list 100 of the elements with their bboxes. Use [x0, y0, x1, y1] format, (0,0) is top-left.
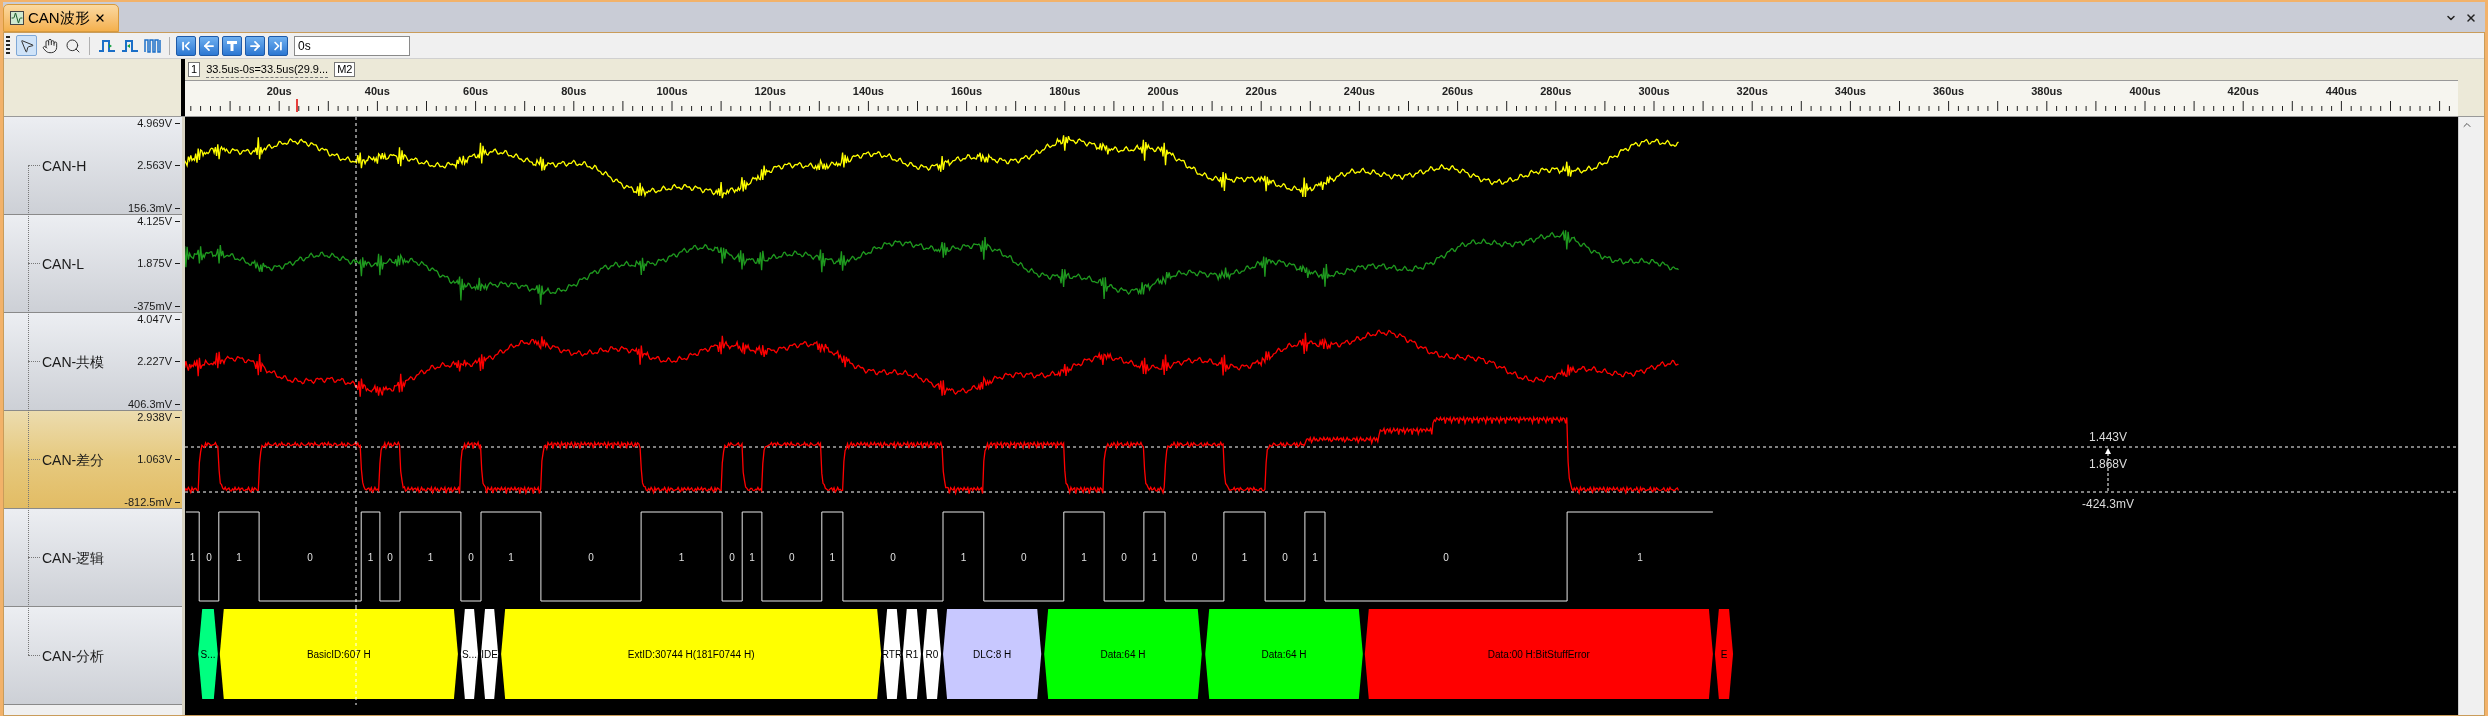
scale-tick	[175, 262, 180, 264]
time-label: 100us	[656, 85, 688, 97]
last-button[interactable]	[268, 35, 288, 56]
document-tab[interactable]: CAN波形	[3, 4, 119, 32]
waveform-icon	[10, 11, 24, 25]
bit-label: 0	[588, 552, 594, 563]
cursor-line[interactable]	[355, 313, 357, 411]
channel-row[interactable]: CAN-差分 2.938V 1.063V -812.5mV	[4, 411, 182, 509]
time-label: 60us	[463, 85, 489, 97]
decoded-field[interactable]: ExtID:30744 H(181F0744 H)	[501, 609, 882, 699]
scale-label: 4.047V	[137, 313, 172, 325]
bit-label: 1	[1151, 552, 1158, 563]
time-label: 200us	[1147, 85, 1179, 97]
scale-label: 4.969V	[137, 117, 172, 129]
time-label: 160us	[951, 85, 983, 97]
scale-label: 156.3mV	[127, 202, 172, 214]
right-arrow-icon	[248, 38, 262, 53]
scale-tick	[175, 403, 180, 405]
bit-label: 0	[1282, 552, 1288, 563]
bit-label: 0	[206, 552, 212, 563]
level-cursor-line[interactable]	[185, 491, 2458, 493]
first-button[interactable]	[176, 35, 196, 56]
decoded-field[interactable]: BasicID:607 H	[219, 609, 458, 699]
tool-button[interactable]	[16, 35, 37, 56]
tab-title: CAN波形	[28, 7, 90, 28]
marker-tag[interactable]: 1	[188, 62, 201, 77]
bit-label: 1	[1081, 552, 1087, 563]
search-icon	[64, 37, 81, 54]
scale-label: -812.5mV	[124, 496, 172, 508]
measurement-text: 33.5us-0s=33.5us(29.9...	[206, 60, 329, 79]
time-label: 340us	[1834, 85, 1866, 97]
pulse-icon	[120, 37, 139, 54]
bit-label: 0	[387, 552, 393, 563]
time-label: 400us	[2129, 85, 2161, 97]
scale-tick	[175, 122, 180, 124]
bit-label: 1	[427, 552, 434, 563]
decoded-field[interactable]: R1	[902, 609, 921, 699]
decoded-field[interactable]: DLC:8 H	[943, 609, 1042, 699]
time-field[interactable]: 0s	[294, 35, 410, 56]
previous-button[interactable]	[199, 35, 219, 56]
channel-row[interactable]: CAN-L 4.125V 1.875V -375mV	[4, 215, 182, 313]
voltage-reading: 1.443V	[2089, 430, 2127, 444]
decoded-field[interactable]: RTR	[881, 609, 903, 699]
time-label: 20us	[266, 85, 292, 97]
bit-label: 0	[1021, 552, 1027, 563]
voltage-reading: -424.3mV	[2082, 497, 2134, 509]
time-label: 80us	[561, 85, 587, 97]
pointer-icon	[18, 37, 35, 54]
scale-tick	[175, 360, 180, 362]
pulse-icon	[97, 37, 116, 54]
bit-label: 1	[189, 552, 196, 563]
decoded-field[interactable]: IDE	[481, 609, 499, 699]
channel-row[interactable]: CAN-H 4.969V 2.563V 156.3mV	[4, 117, 182, 215]
channel-name: CAN-H	[42, 157, 87, 176]
next-button[interactable]	[245, 35, 265, 56]
trigger-button[interactable]	[222, 35, 242, 56]
bit-label: 0	[890, 552, 896, 563]
level-cursor-line[interactable]	[185, 446, 2458, 448]
decoded-field[interactable]: Data:64 H	[1044, 609, 1202, 699]
scale-tick	[175, 416, 180, 418]
bit-label: 0	[1443, 552, 1449, 563]
bit-label: 1	[960, 552, 967, 563]
time-label: 380us	[2031, 85, 2063, 97]
time-label: 40us	[364, 85, 390, 97]
decoded-field[interactable]: S...	[460, 609, 479, 699]
bit-label: 1	[678, 552, 685, 563]
channel-name: CAN-逻辑	[42, 549, 105, 568]
time-label: 120us	[754, 85, 786, 97]
marker-tag[interactable]: M2	[334, 62, 356, 77]
time-label: 140us	[852, 85, 884, 97]
time-label: 360us	[1933, 85, 1965, 97]
scale-tick	[175, 501, 180, 503]
bit-label: 1	[1312, 552, 1318, 563]
time-marker[interactable]	[296, 98, 298, 113]
time-label: 300us	[1638, 85, 1670, 97]
close-icon[interactable]	[2465, 12, 2477, 24]
scale-tick	[175, 458, 180, 460]
bit-label: 1	[829, 552, 836, 563]
channel-row[interactable]: CAN-分析	[4, 607, 182, 705]
voltage-reading: 1.868V	[2089, 457, 2127, 471]
decoded-field[interactable]: Data:64 H	[1205, 609, 1363, 699]
bit-label: 1	[749, 552, 755, 563]
cursor-line[interactable]	[355, 117, 357, 215]
channel-row[interactable]: CAN-共模 4.047V 2.227V 406.3mV	[4, 313, 182, 411]
channel-row[interactable]: CAN-逻辑	[4, 509, 182, 607]
scale-label: 406.3mV	[127, 398, 172, 410]
bit-label: 0	[789, 552, 795, 563]
decoded-field[interactable]: S...	[198, 609, 218, 699]
decoded-field[interactable]: E	[1714, 609, 1734, 699]
bit-label: 0	[1121, 552, 1127, 563]
cursor-line[interactable]	[355, 411, 357, 509]
bit-label: 1	[236, 552, 242, 563]
bit-label: 0	[307, 552, 313, 563]
scale-tick	[175, 164, 180, 166]
decoded-field[interactable]: R0	[922, 609, 942, 699]
scale-tick	[175, 207, 180, 209]
scale-label: 2.938V	[137, 411, 172, 423]
scale-label: 2.563V	[137, 159, 172, 171]
cursor-line[interactable]	[355, 607, 357, 705]
bit-label: 0	[468, 552, 474, 563]
